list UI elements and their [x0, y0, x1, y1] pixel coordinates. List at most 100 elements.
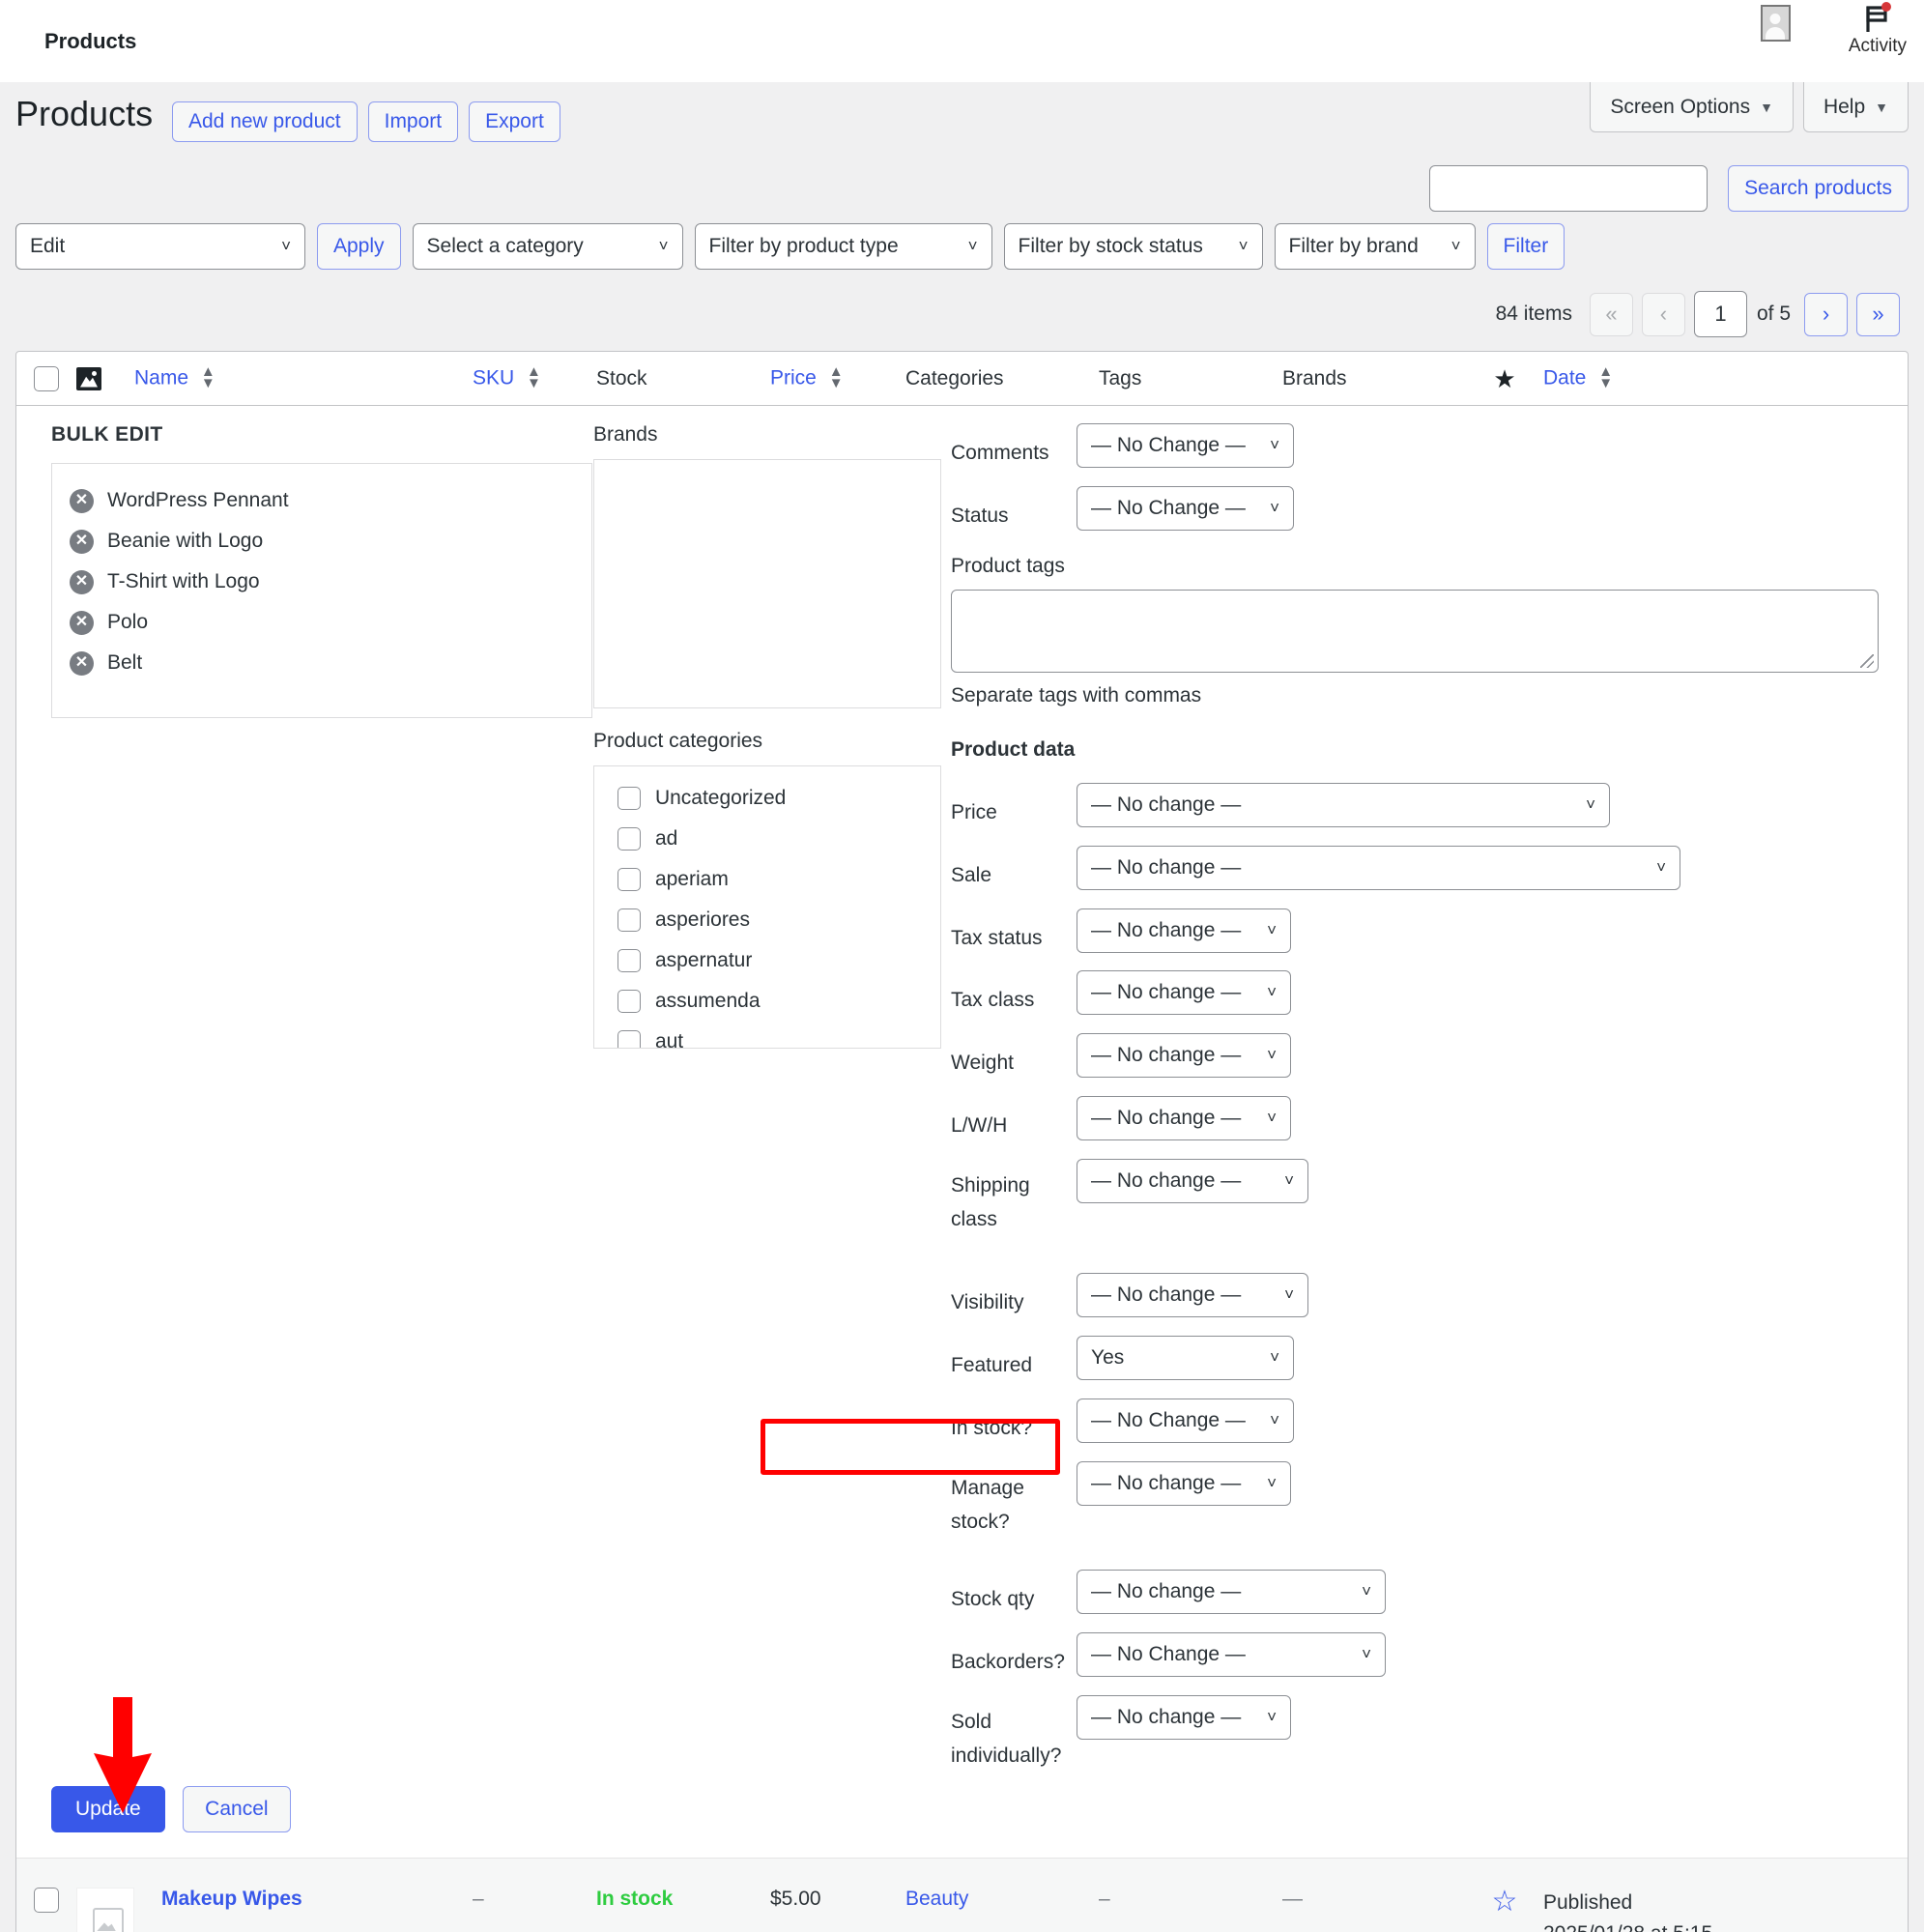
featured-column-header[interactable]: ★ — [1466, 366, 1543, 391]
in-stock-select[interactable]: — No Change — ˅ — [1077, 1399, 1294, 1443]
category-filter-select[interactable]: Select a category ˅ — [413, 223, 683, 270]
weight-row: Weight — No change — ˅ — [951, 1033, 1879, 1082]
category-checkbox[interactable] — [617, 787, 641, 810]
product-categories-label: Product categories — [593, 730, 951, 753]
tax-status-label: Tax status — [951, 908, 1077, 958]
export-button[interactable]: Export — [469, 101, 560, 142]
sku-column-header[interactable]: SKU ▲▼ — [473, 366, 596, 389]
category-checkbox[interactable] — [617, 990, 641, 1013]
row-date-status: Published — [1543, 1888, 1737, 1918]
row-category-link[interactable]: Beauty — [905, 1888, 968, 1910]
search-products-button[interactable]: Search products — [1728, 165, 1909, 212]
manage-stock-select[interactable]: — No change — ˅ — [1077, 1461, 1291, 1506]
current-page-input[interactable]: 1 — [1694, 291, 1747, 337]
cancel-button[interactable]: Cancel — [183, 1786, 290, 1832]
activity-flag-icon — [1860, 2, 1895, 35]
category-checkbox[interactable] — [617, 1030, 641, 1049]
name-column-header[interactable]: Name ▲▼ — [134, 366, 473, 389]
product-name-link[interactable]: Makeup Wipes — [161, 1888, 302, 1910]
sale-value: — No change — — [1091, 856, 1241, 879]
prev-page-button[interactable]: ‹ — [1642, 293, 1685, 336]
activity-button[interactable]: Activity — [1849, 2, 1907, 57]
chevron-down-icon: ˅ — [1267, 1474, 1277, 1493]
table-row: Makeup Wipes – In stock $5.00 Beauty – — [16, 1858, 1908, 1932]
search-input[interactable] — [1429, 165, 1708, 212]
list-item: Uncategorized — [617, 778, 940, 819]
sold-individually-select[interactable]: — No change — ˅ — [1077, 1695, 1291, 1740]
list-item-label: aspernatur — [655, 949, 752, 972]
price-column-label[interactable]: Price — [770, 367, 817, 389]
category-checkbox[interactable] — [617, 949, 641, 972]
remove-icon[interactable]: ✕ — [70, 570, 94, 594]
category-checkbox[interactable] — [617, 868, 641, 891]
stock-qty-select[interactable]: — No change — ˅ — [1077, 1570, 1386, 1614]
help-button[interactable]: Help ▼ — [1803, 82, 1909, 132]
backorders-select[interactable]: — No Change — ˅ — [1077, 1632, 1386, 1677]
status-select[interactable]: — No Change — ˅ — [1077, 486, 1294, 531]
price-column-header[interactable]: Price ▲▼ — [770, 366, 905, 389]
category-checkbox[interactable] — [617, 827, 641, 851]
brands-label: Brands — [593, 423, 951, 447]
select-all-checkbox-cell — [16, 366, 76, 391]
admin-bar-site-title[interactable]: Products — [44, 29, 136, 54]
list-item: ad — [617, 819, 940, 859]
sold-individually-value: — No change — — [1091, 1706, 1241, 1729]
price-select[interactable]: — No change — ˅ — [1077, 783, 1610, 827]
bulk-edit-panel: BULK EDIT ✕ WordPress Pennant ✕ Beanie w… — [16, 406, 1908, 1786]
stock-status-filter-select[interactable]: Filter by stock status ˅ — [1004, 223, 1263, 270]
apply-button[interactable]: Apply — [317, 223, 401, 270]
first-page-button[interactable]: « — [1590, 293, 1633, 336]
remove-icon[interactable]: ✕ — [70, 651, 94, 676]
screen-options-button[interactable]: Screen Options ▼ — [1590, 82, 1794, 132]
list-item: aspernatur — [617, 940, 940, 981]
manage-stock-row: Manage stock? — No change — ˅ — [951, 1461, 1879, 1539]
import-button[interactable]: Import — [368, 101, 459, 142]
chevron-down-icon: ˅ — [968, 237, 978, 256]
select-all-checkbox[interactable] — [34, 366, 59, 391]
star-filled-icon[interactable]: ★ — [1493, 366, 1515, 391]
row-price-cell: $5.00 — [770, 1888, 905, 1911]
comments-select[interactable]: — No Change — ˅ — [1077, 423, 1294, 468]
name-column-label[interactable]: Name — [134, 367, 188, 389]
product-categories-list[interactable]: Uncategorized ad aperiam asperiores — [593, 765, 941, 1049]
shipping-class-select[interactable]: — No change — ˅ — [1077, 1159, 1308, 1203]
sort-arrows-icon[interactable]: ▲▼ — [1598, 366, 1613, 389]
list-item-label: WordPress Pennant — [107, 489, 289, 512]
tax-status-select[interactable]: — No change — ˅ — [1077, 908, 1291, 953]
remove-icon[interactable]: ✕ — [70, 489, 94, 513]
lwh-select[interactable]: — No change — ˅ — [1077, 1096, 1291, 1140]
remove-icon[interactable]: ✕ — [70, 611, 94, 635]
category-checkbox[interactable] — [617, 908, 641, 932]
visibility-select[interactable]: — No change — ˅ — [1077, 1273, 1308, 1317]
last-page-button[interactable]: » — [1856, 293, 1900, 336]
next-page-button[interactable]: › — [1804, 293, 1848, 336]
star-outline-icon[interactable]: ☆ — [1492, 1888, 1518, 1917]
stock-qty-row: Stock qty — No change — ˅ — [951, 1570, 1879, 1619]
remove-icon[interactable]: ✕ — [70, 530, 94, 554]
list-item: ✕ Beanie with Logo — [70, 521, 574, 562]
add-new-product-button[interactable]: Add new product — [172, 101, 358, 142]
chevron-down-icon: ▼ — [1875, 100, 1888, 115]
product-tags-textarea[interactable] — [951, 590, 1879, 673]
chevron-down-icon: ▼ — [1760, 100, 1773, 115]
weight-select[interactable]: — No change — ˅ — [1077, 1033, 1291, 1078]
sort-arrows-icon[interactable]: ▲▼ — [829, 366, 844, 389]
sku-column-label[interactable]: SKU — [473, 367, 514, 389]
date-column-header[interactable]: Date ▲▼ — [1543, 366, 1737, 389]
date-column-label[interactable]: Date — [1543, 367, 1586, 389]
screen-options-label: Screen Options — [1610, 96, 1750, 119]
sort-arrows-icon[interactable]: ▲▼ — [527, 366, 541, 389]
featured-select[interactable]: Yes ˅ — [1077, 1336, 1294, 1380]
user-avatar-icon[interactable] — [1761, 5, 1791, 42]
sale-select[interactable]: — No change — ˅ — [1077, 846, 1680, 890]
filter-button[interactable]: Filter — [1487, 223, 1565, 270]
brand-filter-select[interactable]: Filter by brand ˅ — [1275, 223, 1476, 270]
row-checkbox[interactable] — [34, 1888, 59, 1913]
product-type-filter-select[interactable]: Filter by product type ˅ — [695, 223, 992, 270]
list-item: aperiam — [617, 859, 940, 900]
tax-class-select[interactable]: — No change — ˅ — [1077, 970, 1291, 1015]
comments-label: Comments — [951, 423, 1077, 473]
sort-arrows-icon[interactable]: ▲▼ — [201, 366, 215, 389]
brands-list-box[interactable] — [593, 459, 941, 708]
bulk-action-select[interactable]: Edit ˅ — [15, 223, 305, 270]
